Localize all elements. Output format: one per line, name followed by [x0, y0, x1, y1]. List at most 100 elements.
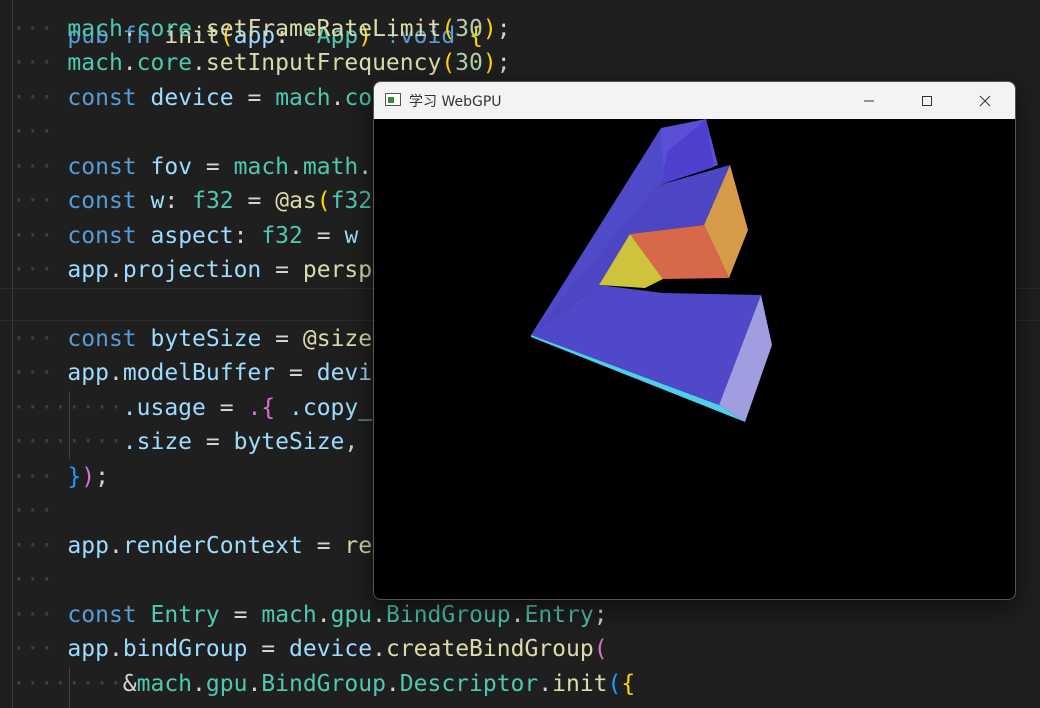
code-token: mach	[136, 671, 193, 697]
close-icon	[979, 95, 991, 106]
code-token: init	[552, 671, 608, 697]
code-token: mach	[261, 602, 317, 628]
code-token: setInputFrequency	[205, 50, 442, 76]
code-line: ········&mach.gpu.BindGroup.Descriptor.i…	[12, 671, 636, 697]
code-token: ;	[496, 16, 511, 42]
code-token: Descriptor	[399, 671, 539, 697]
code-line: ··· const Entry = mach.gpu.BindGroup.Ent…	[12, 602, 608, 628]
code-token: f32	[261, 223, 303, 249]
code-line: ···	[12, 119, 54, 145]
code-token: f32	[330, 188, 373, 214]
code-token: const	[67, 326, 137, 352]
code-token: app	[67, 257, 109, 283]
code-token: math	[302, 154, 359, 180]
code-token: device	[150, 85, 234, 111]
code-token: =	[205, 429, 220, 455]
code-token: =	[289, 360, 303, 386]
code-token: =	[247, 188, 262, 214]
code-token: =	[275, 326, 290, 352]
maximize-icon	[922, 95, 932, 106]
webgpu-window[interactable]: 学习 WebGPU	[373, 81, 1016, 600]
code-token: app	[67, 636, 109, 662]
code-token: .{	[247, 395, 276, 421]
code-token: app	[67, 360, 109, 386]
code-token: const	[67, 602, 137, 628]
code-token: const	[67, 223, 137, 249]
code-token: core	[136, 50, 193, 76]
code-token: byteSize	[150, 326, 262, 352]
app-window-icon	[385, 93, 401, 106]
code-token: mach	[275, 85, 331, 111]
code-token: re	[344, 533, 373, 559]
window-titlebar[interactable]: 学习 WebGPU	[374, 82, 1015, 119]
render-canvas[interactable]	[374, 119, 1015, 599]
code-token: =	[247, 85, 262, 111]
code-token: mach	[67, 16, 123, 42]
code-token: ,	[344, 429, 359, 455]
code-line: ··· app.modelBuffer = devi	[12, 360, 373, 386]
code-token: (	[593, 636, 608, 662]
code-token: byteSize	[233, 429, 345, 455]
code-token: .usage	[122, 395, 206, 421]
code-token: =	[233, 602, 248, 628]
code-token: =	[275, 257, 290, 283]
code-token: gpu	[330, 602, 373, 628]
code-line: ··· app.bindGroup = device.createBindGro…	[12, 636, 608, 662]
rendered-3d-shape	[531, 119, 772, 422]
code-token: mach	[67, 50, 123, 76]
code-token: setFrameRateLimit	[205, 16, 442, 42]
code-token: co	[344, 85, 373, 111]
code-line: ··· mach.core.setInputFrequency(30);	[12, 50, 511, 76]
code-token: 30	[455, 50, 483, 76]
code-token: w	[150, 188, 165, 214]
code-token: app	[67, 533, 109, 559]
code-token: .	[358, 154, 373, 180]
code-line: ··· mach.core.setFrameRateLimit(30);	[12, 16, 511, 42]
maximize-button[interactable]	[898, 82, 956, 119]
code-line: ··· const byteSize = @size	[12, 326, 373, 352]
code-token: Entry	[150, 602, 220, 628]
code-line: ···	[12, 498, 54, 524]
minimize-button[interactable]	[840, 82, 898, 119]
code-token: {	[621, 671, 636, 697]
code-token: core	[136, 16, 193, 42]
code-token: =	[316, 223, 331, 249]
code-token: )	[81, 464, 96, 490]
code-token: (	[607, 671, 622, 697]
code-line: ········.usage = .{ .copy_	[12, 395, 373, 421]
code-token: BindGroup	[261, 671, 386, 697]
code-line: ········.size = byteSize,	[12, 429, 359, 455]
code-token: =	[219, 395, 234, 421]
code-line: ··· app.renderContext = re	[12, 533, 373, 559]
code-token: .copy_	[289, 395, 373, 421]
code-token: ;	[593, 602, 608, 628]
code-token: fov	[150, 154, 193, 180]
indent-guide	[69, 391, 70, 459]
close-button[interactable]	[956, 82, 1014, 119]
code-token: =	[316, 533, 331, 559]
code-token: 30	[455, 16, 483, 42]
code-token: BindGroup	[386, 602, 511, 628]
code-line: ··· });	[12, 464, 109, 490]
code-token: device	[289, 636, 373, 662]
code-token: Entry	[524, 602, 594, 628]
code-token: projection	[122, 257, 262, 283]
code-token: bindGroup	[122, 636, 248, 662]
code-token: :	[233, 223, 248, 249]
code-token: createBindGroup	[385, 636, 594, 662]
code-token: =	[261, 636, 276, 662]
code-token: modelBuffer	[122, 360, 276, 386]
code-token: ;	[496, 50, 511, 76]
code-token: :	[164, 188, 179, 214]
code-line: ···	[12, 567, 54, 593]
code-token: const	[67, 154, 137, 180]
code-line: ··· const w: f32 = @as(f32	[12, 188, 373, 214]
code-token: =	[205, 154, 220, 180]
code-token: @as	[275, 188, 317, 214]
code-line: ··· app.projection = persp	[12, 257, 373, 283]
code-token: const	[67, 85, 137, 111]
code-token: }	[67, 464, 82, 490]
code-token: &	[122, 671, 137, 697]
window-title: 学习 WebGPU	[409, 94, 502, 110]
code-token: w	[344, 223, 359, 249]
